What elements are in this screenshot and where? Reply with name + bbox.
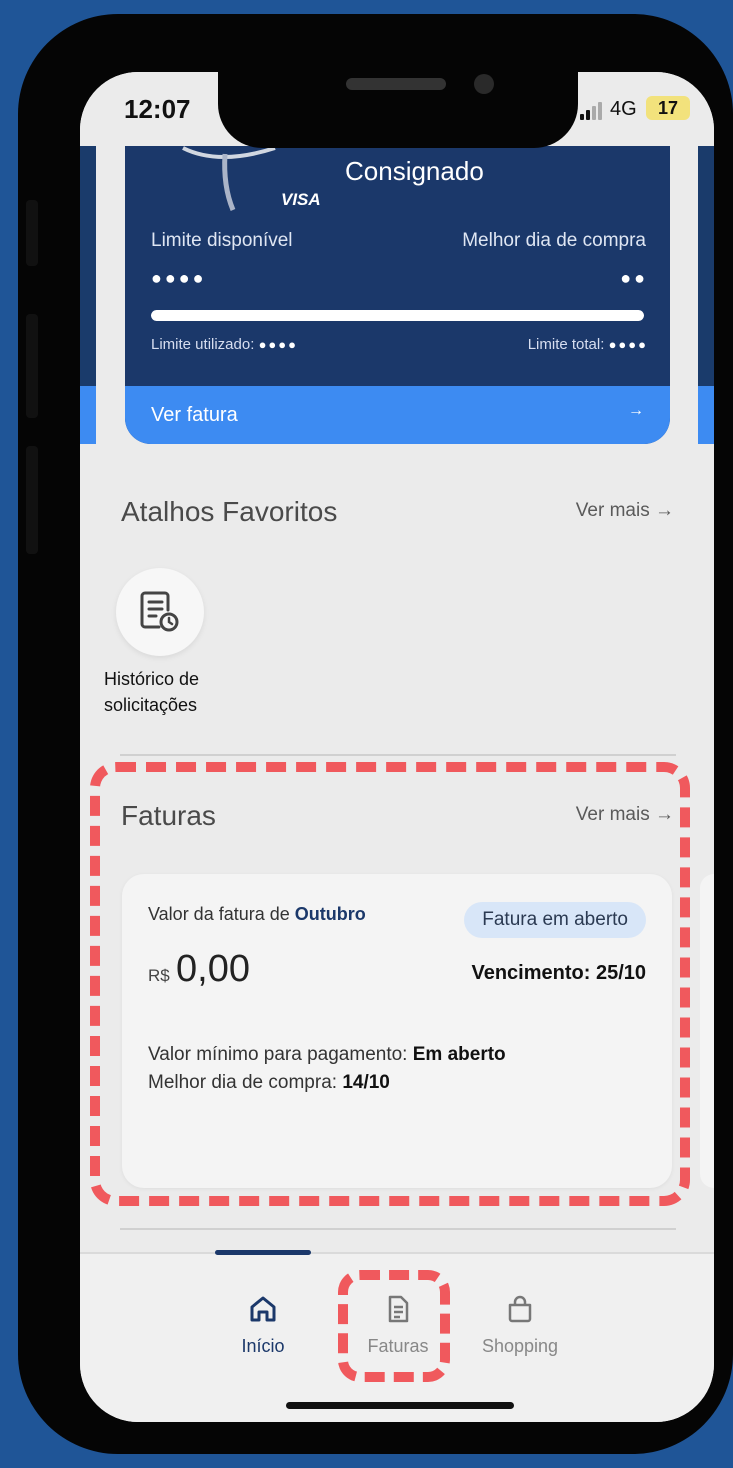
shortcuts-title: Atalhos Favoritos	[121, 496, 338, 527]
signal-icon	[580, 102, 602, 120]
status-bar: 12:07 4G 17	[80, 72, 714, 148]
invoice-amount: 0,00	[176, 948, 250, 990]
best-day-label: Melhor dia de compra	[462, 230, 646, 251]
phone-frame: 12:07 4G 17 VISA Consignado Limite dispo…	[18, 14, 733, 1454]
invoice-best-day: Melhor dia de compra: 14/10	[148, 1072, 390, 1094]
invoice-due-date: Vencimento: 25/10	[471, 962, 646, 984]
limit-usage-fill	[151, 310, 644, 321]
invoice-best-day-value: 14/10	[342, 1072, 390, 1093]
bottom-navigation: Início Faturas Shopping	[80, 1250, 714, 1422]
volume-down-button	[26, 446, 38, 554]
battery-icon: 17	[646, 96, 690, 120]
limit-used-label: Limite utilizado:	[151, 336, 255, 353]
active-tab-indicator	[215, 1250, 311, 1255]
invoice-month-prefix: Valor da fatura de	[148, 904, 290, 924]
nav-tab-home-label: Início	[241, 1336, 285, 1356]
invoice-currency: R$	[148, 966, 170, 985]
limit-total-label: Limite total:	[527, 336, 605, 353]
mute-switch	[26, 200, 38, 266]
limit-used: Limite utilizado: ●●●●	[151, 336, 298, 353]
request-history-icon	[140, 591, 179, 632]
nav-tab-home[interactable]: Início	[213, 1294, 313, 1357]
shortcut-request-history-label: Histórico de solicitações	[104, 669, 200, 715]
card-brand: VISA	[281, 190, 321, 209]
min-payment-label: Valor mínimo para pagamento:	[148, 1044, 408, 1065]
limit-total: Limite total: ●●●●	[528, 336, 648, 353]
invoice-best-day-label: Melhor dia de compra:	[148, 1072, 338, 1093]
notch	[218, 72, 578, 148]
card-carousel-prev[interactable]	[80, 146, 96, 444]
available-limit-label: Limite disponível	[151, 230, 293, 251]
card-logo-icon	[182, 146, 276, 211]
invoice-min-payment: Valor mínimo para pagamento: Em aberto	[148, 1044, 506, 1066]
network-type: 4G	[610, 98, 637, 120]
limit-used-value: ●●●●	[258, 337, 298, 352]
volume-up-button	[26, 314, 38, 418]
credit-card[interactable]: VISA Consignado Limite disponível Melhor…	[125, 146, 670, 444]
invoice-status-badge: Fatura em aberto	[464, 902, 646, 938]
min-payment-value: Em aberto	[412, 1044, 506, 1065]
arrow-right-icon: →	[628, 402, 644, 419]
home-indicator[interactable]	[286, 1402, 514, 1409]
front-camera	[474, 74, 494, 94]
app-screen: 12:07 4G 17 VISA Consignado Limite dispo…	[80, 72, 714, 1422]
shortcut-request-history-button[interactable]	[116, 568, 204, 656]
limit-usage-bar	[151, 310, 644, 321]
invoices-title: Faturas	[121, 800, 216, 831]
nav-tab-shopping-label: Shopping	[481, 1336, 559, 1356]
invoices-tab-highlight-annotation	[338, 1270, 450, 1382]
invoices-see-more-link[interactable]: Ver mais →	[576, 804, 674, 826]
card-product-name: Consignado	[345, 156, 484, 186]
nav-tab-shopping[interactable]: Shopping	[470, 1294, 570, 1357]
home-icon	[250, 1296, 276, 1322]
card-carousel-next[interactable]	[698, 146, 714, 444]
status-time: 12:07	[124, 94, 191, 124]
limit-total-value: ●●●●	[608, 337, 648, 352]
invoice-month: Valor da fatura de Outubro	[148, 904, 366, 925]
speaker	[346, 78, 446, 90]
divider	[120, 754, 676, 756]
view-invoice-label: Ver fatura	[151, 404, 238, 426]
best-day-value: ●●	[620, 268, 648, 288]
available-limit-value: ●●●●	[151, 268, 207, 288]
view-invoice-button[interactable]: Ver fatura →	[125, 386, 670, 444]
shortcuts-see-more-link[interactable]: Ver mais →	[576, 500, 674, 522]
invoice-card[interactable]: Valor da fatura de Outubro Fatura em abe…	[122, 874, 672, 1188]
shopping-bag-icon	[508, 1295, 532, 1323]
invoice-month-name: Outubro	[294, 904, 366, 924]
invoice-carousel-next[interactable]	[700, 874, 714, 1188]
divider	[120, 1228, 676, 1230]
